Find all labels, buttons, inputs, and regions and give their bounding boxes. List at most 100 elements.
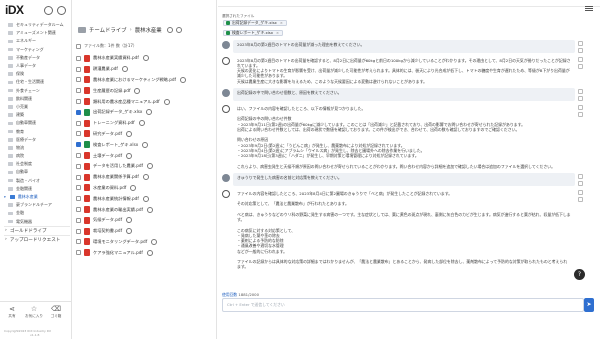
- more-options-icon[interactable]: [130, 184, 137, 191]
- edit-icon[interactable]: [578, 197, 583, 203]
- sidebar-folder-item[interactable]: 電気機器: [4, 218, 70, 226]
- sidebar-folder-item[interactable]: 建築: [4, 111, 70, 119]
- copy-icon[interactable]: [578, 105, 583, 111]
- breadcrumb-root[interactable]: チームドライブ: [89, 26, 127, 34]
- file-checkbox[interactable]: [76, 174, 81, 180]
- sidebar-folder-item[interactable]: 不動産データ: [4, 54, 70, 62]
- more-options-icon[interactable]: [126, 217, 133, 224]
- file-checkbox[interactable]: [76, 55, 81, 61]
- sidebar-folder-item[interactable]: エネルギー: [4, 37, 70, 45]
- select-all-checkbox[interactable]: [76, 43, 81, 49]
- edit-icon[interactable]: [578, 112, 583, 118]
- more-options-icon[interactable]: [146, 109, 153, 116]
- file-checkbox[interactable]: [76, 120, 81, 126]
- more-options-icon[interactable]: [121, 66, 128, 73]
- sidebar-folder-item[interactable]: 医療データ: [4, 136, 70, 144]
- chat-input[interactable]: Ctrl + Enter で送信してください: [222, 298, 584, 312]
- copy-icon[interactable]: [578, 190, 583, 196]
- more-options-icon[interactable]: [142, 174, 149, 181]
- file-checkbox[interactable]: [76, 153, 81, 159]
- sidebar-folder-item[interactable]: 製造・バイオ: [4, 177, 70, 185]
- file-checkbox[interactable]: [76, 239, 81, 245]
- file-checkbox[interactable]: [76, 131, 81, 137]
- file-checkbox[interactable]: [76, 228, 81, 234]
- more-options-icon[interactable]: [138, 120, 145, 127]
- copy-icon[interactable]: [578, 57, 583, 62]
- copy-icon[interactable]: [578, 41, 583, 46]
- sidebar-folder-item[interactable]: 小売業: [4, 103, 70, 111]
- sidebar-folder-item[interactable]: 自動車関連: [4, 119, 70, 127]
- copy-icon[interactable]: [578, 89, 583, 95]
- sidebar-folder-item[interactable]: 保険: [4, 70, 70, 78]
- file-checkbox[interactable]: [76, 66, 81, 72]
- help-button[interactable]: ?: [574, 269, 585, 280]
- sidebar-folder-item[interactable]: 人事データ: [4, 62, 70, 70]
- sidebar-folder-item[interactable]: 自動車: [4, 168, 70, 176]
- file-row[interactable]: 出荷記録データ_ゲキ.xlsx: [76, 107, 214, 118]
- sidebar-folder-item[interactable]: 社会制度: [4, 160, 70, 168]
- sidebar-folder-item[interactable]: 教育: [4, 127, 70, 135]
- file-checkbox[interactable]: [76, 207, 81, 213]
- sidebar-folder-item[interactable]: 飲料関連: [4, 95, 70, 103]
- file-checkbox[interactable]: [76, 163, 81, 169]
- file-row[interactable]: 農林水産業実績資料.pdf: [76, 53, 214, 64]
- file-checkbox[interactable]: [76, 142, 81, 148]
- menu-icon[interactable]: [585, 6, 593, 11]
- more-options-icon[interactable]: [147, 163, 153, 170]
- file-row[interactable]: 生産履歴の記録.pdf: [76, 85, 214, 96]
- edit-icon[interactable]: [578, 48, 583, 53]
- upload-icon[interactable]: [175, 27, 182, 33]
- file-checkbox[interactable]: [76, 99, 81, 105]
- edit-icon[interactable]: [578, 96, 583, 102]
- more-options-icon[interactable]: [126, 152, 133, 159]
- sidebar-folder-item[interactable]: セキュリティデータルーム: [4, 21, 70, 29]
- close-icon[interactable]: ×: [276, 31, 279, 35]
- sidebar-folder-item[interactable]: 住宅・生活関連: [4, 78, 70, 86]
- more-options-icon[interactable]: [180, 76, 186, 83]
- file-checkbox[interactable]: [76, 250, 81, 256]
- file-row[interactable]: 農林水産業におけるマーケティング戦略.pdf: [76, 75, 214, 86]
- selected-file-chip[interactable]: 出荷記録データ_ゲキ.xlsx ×: [223, 20, 287, 26]
- file-row[interactable]: 栽培契約書.pdf: [76, 226, 214, 237]
- sidebar-folder-item[interactable]: ▾ 農林水産業: [4, 193, 70, 201]
- file-row[interactable]: トレーニング資料.pdf: [76, 118, 214, 129]
- more-options-icon[interactable]: [142, 141, 149, 148]
- file-checkbox[interactable]: [76, 185, 81, 191]
- more-options-icon[interactable]: [126, 130, 133, 137]
- settings-icon[interactable]: [57, 6, 66, 15]
- file-checkbox[interactable]: [76, 88, 81, 94]
- sidebar-folder-item[interactable]: 豪ブランドルチーア: [4, 201, 70, 209]
- edit-icon[interactable]: [578, 64, 583, 69]
- file-row[interactable]: 研究データ.pdf: [76, 129, 214, 140]
- sidebar-folder-item[interactable]: 病院: [4, 152, 70, 160]
- sidebar-folder-item[interactable]: 金融: [4, 209, 70, 217]
- file-row[interactable]: 農林水産業統計情報.pdf: [76, 193, 214, 204]
- more-options-icon[interactable]: [142, 195, 149, 202]
- more-options-icon[interactable]: [142, 55, 149, 62]
- file-row[interactable]: 農林水産業の輸出実績.pdf: [76, 204, 214, 215]
- file-row[interactable]: 環境モニタリングデータ.pdf: [76, 237, 214, 248]
- sidebar-folder-item[interactable]: 物流: [4, 144, 70, 152]
- file-row[interactable]: 類料用の農水産品種マニュアル.pdf: [76, 96, 214, 107]
- app-logo[interactable]: iDX: [5, 3, 24, 17]
- file-checkbox[interactable]: [76, 217, 81, 223]
- sidebar-folder-item[interactable]: マーケティング: [4, 46, 70, 54]
- share-button[interactable]: ⋖ 共有: [2, 305, 22, 319]
- more-options-icon[interactable]: [147, 206, 153, 213]
- file-checkbox[interactable]: [76, 109, 81, 115]
- file-checkbox[interactable]: [76, 196, 81, 202]
- file-checkbox[interactable]: [76, 77, 81, 83]
- more-options-icon[interactable]: [134, 87, 141, 94]
- sidebar-folder-item[interactable]: アミューズメント関連: [4, 29, 70, 37]
- more-options-icon[interactable]: [146, 249, 153, 256]
- close-icon[interactable]: ×: [280, 21, 283, 25]
- file-row[interactable]: ケアラ強化マニュアル.pdf: [76, 247, 214, 258]
- more-options-icon[interactable]: [126, 228, 133, 235]
- file-row[interactable]: 農林水産業関係予算.pdf: [76, 172, 214, 183]
- send-button[interactable]: ➤: [584, 298, 594, 312]
- more-options-icon[interactable]: [151, 238, 158, 245]
- file-row[interactable]: 気候データ.pdf: [76, 215, 214, 226]
- file-row[interactable]: 検査レポート_ゲキ.xlsx: [76, 139, 214, 150]
- trash-button[interactable]: ⌫ ゴミ箱: [46, 305, 66, 319]
- sidebar-section[interactable]: › ゴールドドライブ: [4, 225, 70, 235]
